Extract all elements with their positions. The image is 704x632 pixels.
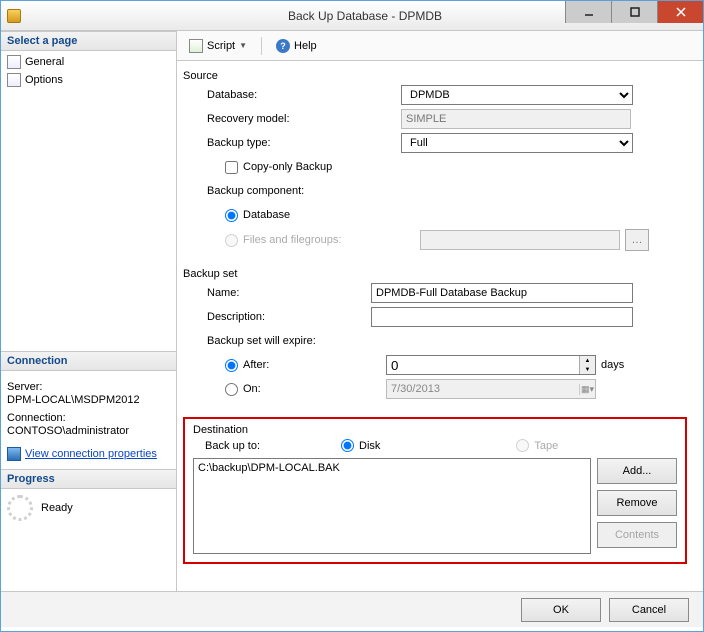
backup-component-label: Backup component: bbox=[191, 185, 401, 197]
expire-on-radio[interactable] bbox=[225, 383, 238, 396]
connection-value: CONTOSO\administrator bbox=[7, 425, 170, 437]
remove-destination-button[interactable]: Remove bbox=[597, 490, 677, 516]
destination-path-item[interactable]: C:\backup\DPM-LOCAL.BAK bbox=[196, 461, 588, 475]
view-connection-properties-link[interactable]: View connection properties bbox=[25, 448, 157, 460]
expire-on-label: On: bbox=[243, 383, 381, 395]
server-value: DPM-LOCAL\MSDPM2012 bbox=[7, 394, 170, 406]
dest-disk-radio[interactable] bbox=[341, 439, 354, 452]
dest-tape-label: Tape bbox=[534, 440, 558, 452]
calendar-icon: ▦▾ bbox=[579, 384, 595, 395]
backupset-expire-label: Backup set will expire: bbox=[191, 335, 371, 347]
script-button[interactable]: Script ▼ bbox=[185, 37, 251, 55]
backupset-name-label: Name: bbox=[191, 287, 371, 299]
backup-set-legend: Backup set bbox=[183, 268, 241, 280]
source-group: Source Database: DPMDB Recovery model: bbox=[183, 71, 687, 263]
connection-header: Connection bbox=[1, 351, 176, 371]
dest-disk-label: Disk bbox=[359, 440, 380, 452]
script-icon bbox=[189, 39, 203, 53]
filegroups-browse-button[interactable]: … bbox=[625, 229, 649, 251]
properties-icon bbox=[7, 447, 21, 461]
select-page-header: Select a page bbox=[1, 31, 176, 51]
recovery-model-field bbox=[401, 109, 631, 129]
database-select[interactable]: DPMDB bbox=[401, 85, 633, 105]
dest-tape-radio bbox=[516, 439, 529, 452]
page-general[interactable]: General bbox=[1, 53, 176, 71]
expire-on-date: 7/30/2013 ▦▾ bbox=[386, 379, 596, 399]
chevron-down-icon: ▼ bbox=[239, 41, 247, 50]
component-filegroups-label: Files and filegroups: bbox=[243, 234, 395, 246]
page-options[interactable]: Options bbox=[1, 71, 176, 89]
server-label: Server: bbox=[7, 381, 170, 393]
copy-only-checkbox[interactable] bbox=[225, 161, 238, 174]
source-legend: Source bbox=[183, 70, 222, 82]
add-destination-button[interactable]: Add... bbox=[597, 458, 677, 484]
component-filegroups-radio bbox=[225, 234, 238, 247]
page-icon bbox=[7, 73, 21, 87]
backup-type-label: Backup type: bbox=[191, 137, 401, 149]
progress-status: Ready bbox=[41, 502, 73, 514]
destination-list[interactable]: C:\backup\DPM-LOCAL.BAK bbox=[193, 458, 591, 554]
destination-group: Destination Back up to: Disk Tape C:\bac… bbox=[183, 417, 687, 564]
help-label: Help bbox=[294, 40, 317, 52]
copy-only-label: Copy-only Backup bbox=[243, 161, 332, 173]
page-icon bbox=[7, 55, 21, 69]
backup-to-label: Back up to: bbox=[205, 440, 325, 452]
recovery-model-label: Recovery model: bbox=[191, 113, 401, 125]
spin-down-icon[interactable]: ▼ bbox=[580, 365, 595, 374]
maximize-button[interactable] bbox=[611, 1, 657, 23]
help-icon: ? bbox=[276, 39, 290, 53]
component-database-radio[interactable] bbox=[225, 209, 238, 222]
progress-header: Progress bbox=[1, 469, 176, 489]
app-icon bbox=[7, 9, 21, 23]
expire-after-value[interactable] bbox=[387, 356, 579, 374]
page-label: General bbox=[25, 56, 64, 68]
connection-label: Connection: bbox=[7, 412, 170, 424]
backup-set-group: Backup set Name: Description: Backup set… bbox=[183, 269, 687, 411]
component-database-label: Database bbox=[243, 209, 290, 221]
contents-button: Contents bbox=[597, 522, 677, 548]
ok-button[interactable]: OK bbox=[521, 598, 601, 622]
page-label: Options bbox=[25, 74, 63, 86]
database-label: Database: bbox=[191, 89, 401, 101]
expire-after-label: After: bbox=[243, 359, 381, 371]
filegroups-field bbox=[420, 230, 620, 250]
expire-after-spinner[interactable]: ▲▼ bbox=[386, 355, 596, 375]
toolbar-separator bbox=[261, 37, 262, 55]
backup-type-select[interactable]: Full bbox=[401, 133, 633, 153]
close-button[interactable] bbox=[657, 1, 703, 23]
days-label: days bbox=[601, 359, 624, 371]
progress-spinner-icon bbox=[7, 495, 33, 521]
left-pane: Select a page General Options Connection… bbox=[1, 31, 177, 591]
minimize-button[interactable] bbox=[565, 1, 611, 23]
title-bar: Back Up Database - DPMDB bbox=[1, 1, 703, 31]
dialog-footer: OK Cancel bbox=[1, 591, 703, 627]
destination-legend: Destination bbox=[193, 424, 252, 436]
script-label: Script bbox=[207, 40, 235, 52]
help-button[interactable]: ? Help bbox=[272, 37, 321, 55]
cancel-button[interactable]: Cancel bbox=[609, 598, 689, 622]
spin-up-icon[interactable]: ▲ bbox=[580, 356, 595, 365]
toolbar: Script ▼ ? Help bbox=[177, 31, 703, 61]
expire-on-value: 7/30/2013 bbox=[387, 383, 579, 395]
backupset-name-field[interactable] bbox=[371, 283, 633, 303]
backupset-description-field[interactable] bbox=[371, 307, 633, 327]
expire-after-radio[interactable] bbox=[225, 359, 238, 372]
backupset-description-label: Description: bbox=[191, 311, 371, 323]
